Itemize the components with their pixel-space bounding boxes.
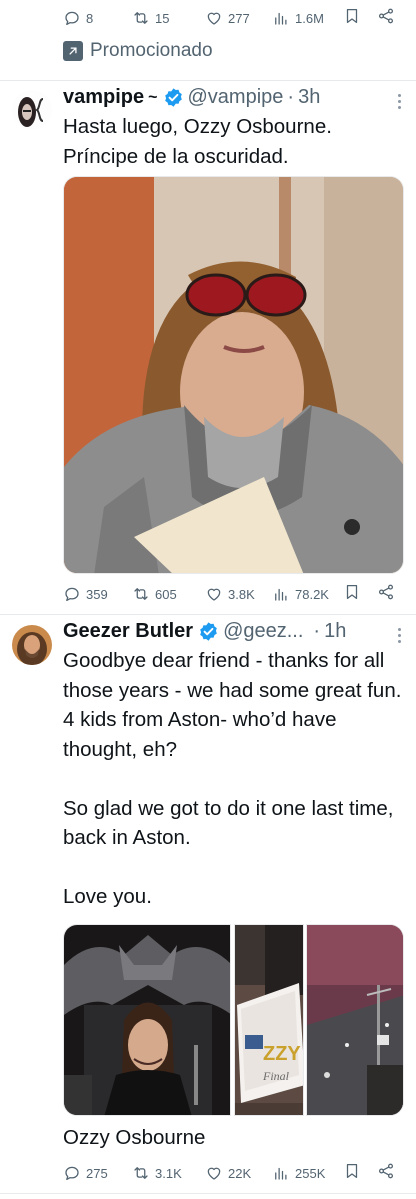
reply-icon: [65, 1166, 79, 1181]
heart-icon: [207, 588, 221, 601]
tweet-text: Goodbye dear friend - thanks for all tho…: [63, 649, 402, 908]
reply-count: 359: [86, 586, 108, 602]
repost-count: 15: [155, 10, 170, 26]
more-options-icon[interactable]: [398, 94, 402, 112]
tweet-text: Hasta luego, Ozzy Osbourne. Príncipe de …: [63, 115, 332, 168]
repost-icon: [134, 12, 148, 24]
photo-ozzy-on-throne: [64, 925, 230, 1115]
avatar-vampipe[interactable]: [12, 90, 52, 130]
separator-dot: ·: [287, 86, 295, 108]
name-suffix: ~: [148, 88, 158, 106]
handle[interactable]: @geez...: [223, 620, 303, 643]
promoted-label: Promocionado: [63, 40, 213, 62]
cake-text-final: Final: [262, 1069, 290, 1083]
like-count: 22K: [228, 1165, 252, 1181]
verified-badge-icon: [164, 88, 182, 107]
share-icon: [378, 8, 394, 23]
reply-icon: [65, 11, 79, 26]
display-name[interactable]: Geezer Butler: [63, 620, 193, 643]
share-button[interactable]: [377, 7, 395, 30]
views-button[interactable]: 78.2K: [272, 585, 329, 603]
bookmark-icon: [346, 1163, 358, 1178]
heart-icon: [207, 12, 221, 25]
timestamp[interactable]: 1h: [324, 620, 346, 643]
like-count: 3.8K: [228, 586, 255, 602]
repost-icon: [134, 588, 148, 600]
handle[interactable]: @vampipe: [188, 86, 284, 109]
repost-button[interactable]: 3.1K: [132, 1164, 182, 1182]
cake-text-zzy: ZZY: [263, 1043, 301, 1065]
top-action-bar: 8 15 277 1.6M: [0, 0, 416, 36]
media-caption: Ozzy Osbourne: [63, 1126, 206, 1149]
repost-count: 605: [155, 586, 177, 602]
views-button[interactable]: 255K: [272, 1164, 325, 1182]
repost-icon: [134, 1167, 148, 1179]
like-button[interactable]: 22K: [205, 1164, 251, 1182]
bookmark-button[interactable]: [343, 583, 361, 606]
bookmark-button[interactable]: [343, 7, 361, 30]
views-button[interactable]: 1.6M: [272, 9, 324, 27]
heart-icon: [207, 1167, 221, 1180]
views-count: 1.6M: [295, 10, 324, 26]
share-button[interactable]: [377, 1162, 395, 1185]
reply-button[interactable]: 8: [63, 9, 93, 27]
tweet-action-bar: 359 605 3.8K 78.2K: [0, 576, 416, 612]
more-options-icon[interactable]: [398, 628, 402, 646]
views-icon: [275, 12, 287, 25]
divider: [0, 1193, 416, 1194]
like-count: 277: [228, 10, 250, 26]
reply-button[interactable]: 359: [63, 585, 108, 603]
verified-badge-icon: [200, 622, 217, 641]
promoted-arrow-icon: [63, 41, 83, 61]
tweet-photo-middle[interactable]: ZZY Final: [234, 924, 304, 1116]
avatar-geezer-butler[interactable]: [12, 625, 52, 665]
tweet-header: Geezer Butler @geez... · 1h: [63, 620, 346, 643]
reply-count: 8: [86, 10, 94, 26]
timestamp[interactable]: 3h: [298, 86, 320, 109]
photo-ozzy-portrait: [64, 177, 403, 573]
promoted-text: Promocionado: [90, 40, 213, 61]
views-icon: [275, 588, 287, 601]
repost-button[interactable]: 605: [132, 585, 177, 603]
bookmark-button[interactable]: [343, 1162, 361, 1185]
photo-stage: [307, 925, 403, 1115]
bookmark-icon: [346, 8, 358, 23]
share-icon: [378, 1163, 394, 1178]
tweet-photo-right[interactable]: [306, 924, 404, 1116]
tweet-header: vampipe ~ @vampipe · 3h: [63, 86, 320, 109]
tweet-photo-left[interactable]: [63, 924, 231, 1116]
views-count: 78.2K: [295, 586, 329, 602]
reply-button[interactable]: 275: [63, 1164, 108, 1182]
tweet-action-bar: 275 3.1K 22K 255K: [0, 1155, 416, 1191]
views-count: 255K: [295, 1165, 326, 1181]
repost-count: 3.1K: [155, 1165, 182, 1181]
divider: [0, 80, 416, 81]
share-button[interactable]: [377, 583, 395, 606]
tweet-photo[interactable]: [63, 176, 404, 574]
photo-cake: ZZY Final: [235, 925, 303, 1115]
share-icon: [378, 584, 394, 599]
reply-count: 275: [86, 1165, 108, 1181]
bookmark-icon: [346, 584, 358, 599]
like-button[interactable]: 3.8K: [205, 585, 255, 603]
separator-dot: ·: [313, 620, 321, 642]
reply-icon: [65, 587, 79, 602]
repost-button[interactable]: 15: [132, 9, 169, 27]
divider: [0, 614, 416, 615]
display-name[interactable]: vampipe: [63, 86, 144, 109]
like-button[interactable]: 277: [205, 9, 250, 27]
views-icon: [275, 1167, 287, 1180]
